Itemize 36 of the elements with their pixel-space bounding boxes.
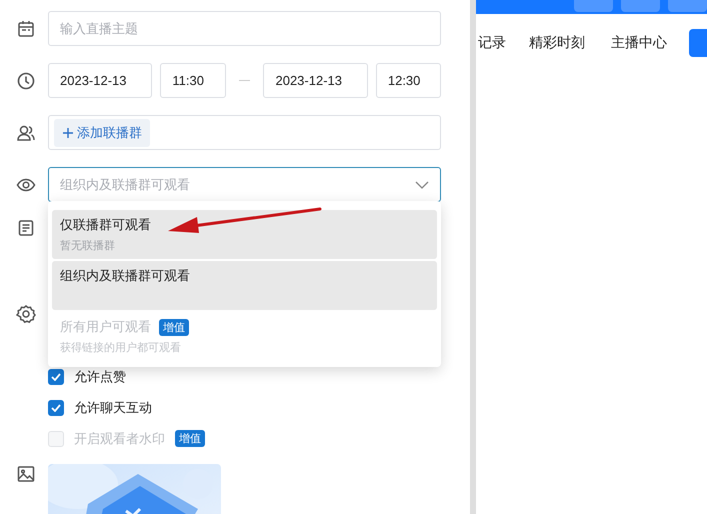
toolbar-button[interactable] [574,0,613,12]
checkbox[interactable] [48,400,64,416]
chevron-down-icon [415,180,429,188]
clock-icon [16,70,36,90]
date-field[interactable]: 2023-12-13 [48,63,152,98]
add-group-button[interactable]: 添加联播群 [54,118,150,146]
document-icon [16,218,36,238]
checkbox[interactable] [48,368,64,384]
menu-option[interactable]: 仅联播群可观看 暂无联播群 [52,210,437,259]
nav-tab[interactable]: 主播中心 [611,34,667,52]
calendar-icon [16,18,36,38]
settings-icon [16,304,36,324]
premium-badge: 增值 [159,318,189,336]
checkmark-icon [51,372,61,380]
option-label: 所有用户可观看 [60,318,151,336]
group-field[interactable]: 添加联播群 [48,115,441,150]
toolbar-button[interactable] [621,0,660,12]
premium-badge: 增值 [175,430,205,447]
time-field[interactable]: 11:30 [160,63,226,98]
checkbox-label: 允许聊天互动 [74,398,152,416]
option-hint: 获得链接的用户都可观看 [60,340,181,355]
option-label: 仅联播群可观看 [60,216,151,234]
toolbar-button[interactable] [668,0,707,12]
nav-tab[interactable]: 记录 [478,34,506,52]
checkbox-label: 允许点赞 [74,368,126,386]
image-icon [16,464,36,484]
checkbox-label: 开启观看者水印 [74,430,165,448]
time-field[interactable]: 12:30 [376,63,441,98]
checkmark-icon [51,404,61,412]
title-field[interactable]: 输入直播主题 [48,11,441,46]
nav-tab[interactable]: 精彩时刻 [529,34,585,52]
plus-icon [63,128,73,138]
date-field[interactable]: 2023-12-13 [263,63,368,98]
option-label: 组织内及联播群可观看 [60,267,190,285]
menu-option[interactable]: 组织内及联播群可观看 [52,261,437,310]
option-hint: 暂无联播群 [60,239,115,253]
